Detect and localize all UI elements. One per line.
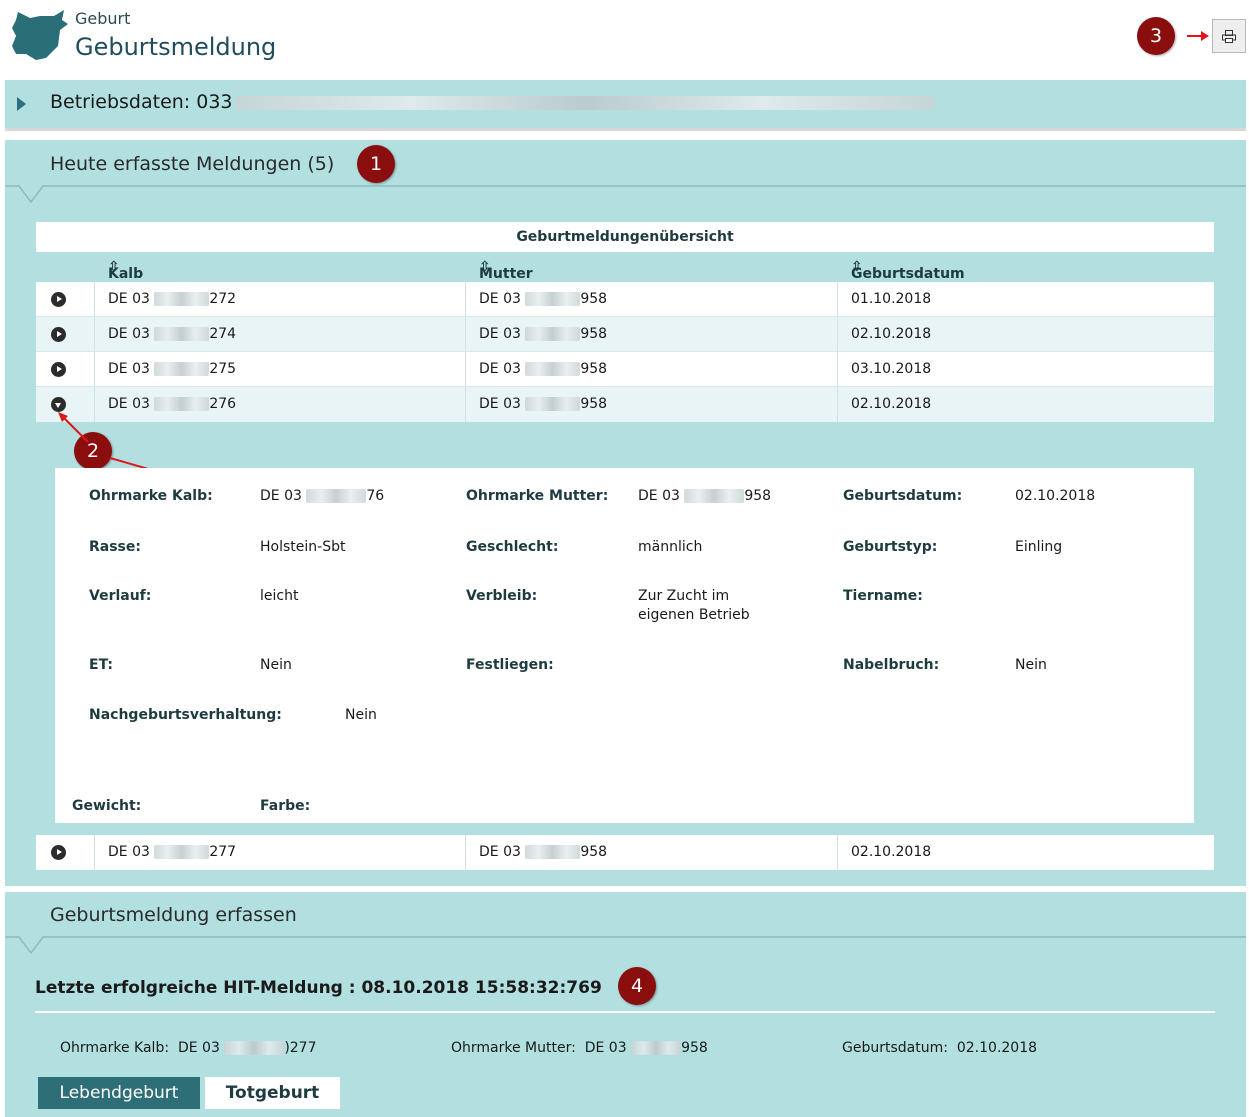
cell-mutter: DE 03 958 [465, 282, 837, 317]
table-row[interactable]: DE 03 275 DE 03 958 03.10.2018 [36, 352, 1214, 387]
label-gewicht: Gewicht: [72, 798, 142, 814]
value-rasse: Holstein-Sbt [260, 539, 346, 555]
tab-totgeburt[interactable]: Totgeburt [205, 1077, 340, 1109]
label-geburtsdatum: Geburtsdatum: [843, 488, 963, 504]
cell-mutter: DE 03 958 [465, 387, 837, 422]
cell-kalb: DE 03 275 [94, 352, 465, 387]
table-row[interactable]: DE 03 277 DE 03 958 02.10.2018 [36, 835, 1214, 870]
summary-kalb: Ohrmarke Kalb: DE 03 )277 [60, 1040, 317, 1056]
label-festliegen: Festliegen: [466, 657, 554, 673]
cell-kalb: DE 03 272 [94, 282, 465, 317]
column-header-kalb[interactable]: Kalb ⇳ [108, 259, 143, 282]
label-nachgeburtsverhaltung: Nachgeburtsverhaltung: [89, 707, 282, 723]
column-header-geburtsdatum[interactable]: Geburtsdatum ⇳ [851, 259, 965, 282]
redacted-betrieb [234, 95, 935, 110]
cow-head-icon [12, 10, 68, 60]
annotation-badge-3: 3 [1137, 17, 1175, 55]
cell-kalb: DE 03 277 [94, 835, 465, 870]
label-tiername: Tiername: [843, 588, 923, 604]
cell-geburtsdatum: 02.10.2018 [837, 317, 1214, 352]
section-title-erfassen: Geburtsmeldung erfassen [50, 904, 297, 926]
value-ohrmarke-kalb: DE 03 76 [260, 488, 385, 504]
expand-row-icon[interactable] [51, 327, 66, 342]
value-verbleib-line1: Zur Zucht im [638, 588, 730, 604]
label-geschlecht: Geschlecht: [466, 539, 559, 555]
label-ohrmarke-kalb: Ohrmarke Kalb: [89, 488, 213, 504]
cell-mutter: DE 03 958 [465, 835, 837, 870]
value-ohrmarke-mutter: DE 03 958 [638, 488, 772, 504]
value-verlauf: leicht [260, 588, 299, 604]
label-farbe: Farbe: [260, 798, 311, 814]
last-hit-message: Letzte erfolgreiche HIT-Meldung : 08.10.… [35, 978, 602, 998]
label-rasse: Rasse: [89, 539, 141, 555]
betriebsdaten-label: Betriebsdaten: 033 [50, 91, 935, 113]
page-subtitle: Geburt [75, 9, 131, 28]
cell-geburtsdatum: 02.10.2018 [837, 387, 1214, 422]
cell-geburtsdatum: 01.10.2018 [837, 282, 1214, 317]
tab-lebendgeburt[interactable]: Lebendgeburt [38, 1077, 200, 1109]
table-row[interactable]: DE 03 274 DE 03 958 02.10.2018 [36, 317, 1214, 352]
label-verbleib: Verbleib: [466, 588, 538, 604]
summary-geburtsdatum: Geburtsdatum: 02.10.2018 [842, 1040, 1038, 1056]
annotation-badge-4: 4 [618, 967, 656, 1005]
expand-row-icon[interactable] [51, 845, 66, 860]
expand-row-icon[interactable] [51, 362, 66, 377]
section-title-heute: Heute erfasste Meldungen (5) [50, 153, 335, 175]
cell-kalb: DE 03 274 [94, 317, 465, 352]
summary-mutter: Ohrmarke Mutter: DE 03 958 [451, 1040, 708, 1056]
cell-geburtsdatum: 03.10.2018 [837, 352, 1214, 387]
expand-row-icon[interactable] [51, 292, 66, 307]
table-caption: Geburtmeldungenübersicht [36, 222, 1214, 252]
value-geburtsdatum: 02.10.2018 [1015, 488, 1096, 504]
value-nachgeburtsverhaltung: Nein [345, 707, 377, 723]
label-nabelbruch: Nabelbruch: [843, 657, 940, 673]
panel-divider [5, 936, 1246, 955]
geburtmeldungen-table: Geburtmeldungenübersicht Kalb ⇳ Mutter ⇳… [36, 222, 1214, 422]
print-button[interactable] [1212, 19, 1246, 53]
annotation-arrow-3 [1187, 31, 1209, 41]
printer-icon [1222, 29, 1236, 43]
expand-arrow-icon[interactable] [17, 97, 26, 111]
table-row[interactable]: DE 03 272 DE 03 958 01.10.2018 [36, 282, 1214, 317]
label-geburtstyp: Geburtstyp: [843, 539, 938, 555]
panel-divider [5, 185, 1246, 204]
label-verlauf: Verlauf: [89, 588, 152, 604]
value-geburtstyp: Einling [1015, 539, 1063, 555]
value-geschlecht: männlich [638, 539, 703, 555]
detail-card: Ohrmarke Kalb: DE 03 76 Ohrmarke Mutter:… [55, 468, 1194, 823]
betriebsdaten-panel[interactable]: Betriebsdaten: 033 [5, 80, 1246, 131]
divider [35, 1011, 1215, 1013]
cell-mutter: DE 03 958 [465, 352, 837, 387]
column-header-mutter[interactable]: Mutter ⇳ [479, 259, 533, 282]
value-nabelbruch: Nein [1015, 657, 1047, 673]
value-et: Nein [260, 657, 292, 673]
table-row-5-wrapper: DE 03 277 DE 03 958 02.10.2018 [36, 835, 1214, 870]
cell-mutter: DE 03 958 [465, 317, 837, 352]
page-title: Geburtsmeldung [75, 33, 277, 61]
label-ohrmarke-mutter: Ohrmarke Mutter: [466, 488, 609, 504]
label-et: ET: [89, 657, 113, 673]
annotation-badge-1: 1 [357, 145, 395, 183]
geburtsmeldung-erfassen-panel: Geburtsmeldung erfassen Letzte erfolgrei… [5, 892, 1246, 1117]
cell-geburtsdatum: 02.10.2018 [837, 835, 1214, 870]
table-header: Kalb ⇳ Mutter ⇳ Geburtsdatum ⇳ [36, 252, 1214, 282]
value-verbleib-line2: eigenen Betrieb [638, 607, 750, 623]
